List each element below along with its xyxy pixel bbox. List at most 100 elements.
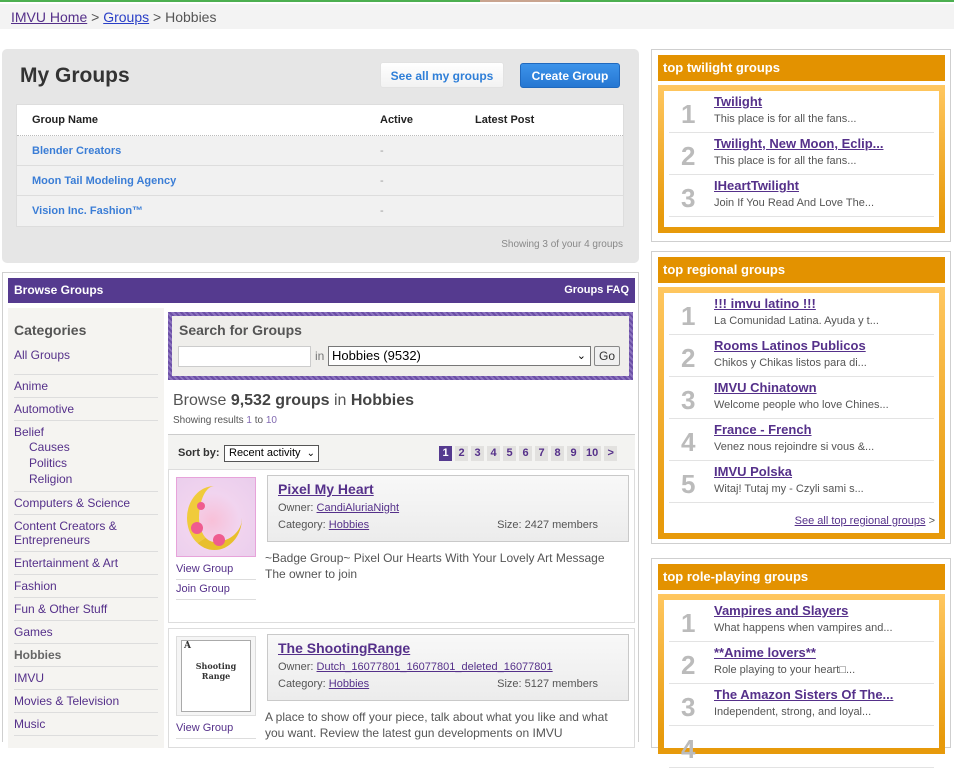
category-link-hobbies[interactable]: Hobbies [14,648,158,662]
table-row: Vision Inc. Fashion™ - [17,196,623,226]
ranked-group-item: 2 **Anime lovers** Role playing to your … [669,642,934,684]
group-name-link[interactable]: Moon Tail Modeling Agency [32,166,176,196]
rank-number: 5 [681,469,696,499]
results-heading: Browse 9,532 groups in Hobbies [173,392,414,410]
next-page-button[interactable]: > [604,446,618,461]
category-link-automotive[interactable]: Automotive [14,402,158,416]
results-in: in [333,392,347,409]
rank-number: 4 [681,427,696,457]
results-from: 1 [246,415,252,426]
see-all-my-groups-button[interactable]: See all my groups [380,62,504,88]
group-name-link[interactable]: Pixel My Heart [278,481,618,497]
category-link-anime[interactable]: Anime [14,379,158,393]
ranked-group-link[interactable]: The Amazon Sisters Of The... [714,687,893,702]
category-item: Hobbies [14,644,158,667]
page-9[interactable]: 9 [567,446,580,461]
group-thumbnail[interactable]: A Shooting Range [176,636,256,716]
top-regional-groups-title: top regional groups [658,257,945,283]
subcategory-link-causes[interactable]: Causes [14,439,158,455]
group-name-link[interactable]: Blender Creators [32,136,121,166]
category-link-entertainment-art[interactable]: Entertainment & Art [14,556,158,570]
create-group-button[interactable]: Create Group [520,63,620,88]
groups-faq-link[interactable]: Groups FAQ [564,278,629,303]
search-groups-title: Search for Groups [179,322,302,338]
category-link-music[interactable]: Music [14,717,158,731]
owner-link[interactable]: Dutch_16077801_16077801_deleted_16077801 [317,661,553,673]
categories-title: Categories [14,322,87,338]
rank-number: 1 [681,99,696,129]
owner-link[interactable]: CandiAluriaNight [317,502,400,514]
ranked-group-link[interactable]: IMVU Chinatown [714,380,817,395]
category-link-games[interactable]: Games [14,625,158,639]
search-go-button[interactable]: Go [594,346,620,366]
ranked-group-link[interactable]: Vampires and Slayers [714,603,848,618]
category-link-computers-science[interactable]: Computers & Science [14,496,158,510]
playing-card-image: A Shooting Range [181,640,251,712]
page-5[interactable]: 5 [503,446,516,461]
category-link-fun-other[interactable]: Fun & Other Stuff [14,602,158,616]
group-name-link[interactable]: Vision Inc. Fashion™ [32,196,143,226]
ranked-group-desc: What happens when vampires and... [714,622,893,634]
group-active-value: - [380,175,384,187]
group-thumbnail[interactable] [176,477,256,557]
page-2[interactable]: 2 [455,446,468,461]
category-item: IMVU [14,667,158,690]
page-7[interactable]: 7 [535,446,548,461]
rank-number: 3 [681,385,696,415]
card-ace-mark: A [184,641,191,651]
top-accent-line [0,0,954,2]
view-group-link[interactable]: View Group [176,560,256,580]
page-6[interactable]: 6 [519,446,532,461]
group-name-link[interactable]: The ShootingRange [278,640,618,656]
category-link-movies-television[interactable]: Movies & Television [14,694,158,708]
subcategory-link-religion[interactable]: Religion [14,471,158,487]
category-link-belief[interactable]: Belief [14,425,158,439]
ranked-group-item: 1 Twilight This place is for all the fan… [669,91,934,133]
ranked-group-link[interactable]: **Anime lovers** [714,645,816,660]
page-1[interactable]: 1 [439,446,452,461]
category-all-groups[interactable]: All Groups [14,348,158,375]
top-twilight-groups-title: top twilight groups [658,55,945,81]
view-group-link[interactable]: View Group [176,719,256,739]
ranked-group-item: 1 !!! imvu latino !!! La Comunidad Latin… [669,293,934,335]
ranked-group-link[interactable]: !!! imvu latino !!! [714,296,816,311]
category-link-content-creators[interactable]: Content Creators & Entrepreneurs [14,519,158,547]
categories-sidebar: Categories All Groups Anime Automotive B… [8,308,164,748]
subcategory-link-politics[interactable]: Politics [14,455,158,471]
ranked-group-item: 4 [669,726,934,768]
results-to-label: to [254,415,264,426]
breadcrumb-separator: > [91,9,100,25]
search-input[interactable] [178,346,311,367]
ranked-group-link[interactable]: Rooms Latinos Publicos [714,338,866,353]
search-category-select[interactable]: Hobbies (9532) ⌄ [328,346,591,366]
category-link-fashion[interactable]: Fashion [14,579,158,593]
breadcrumb-home-link[interactable]: IMVU Home [11,9,87,25]
rank-number: 2 [681,650,696,680]
ranked-group-link[interactable]: Twilight [714,94,762,109]
group-info: The ShootingRange Owner: Dutch_16077801_… [267,634,629,701]
sort-select[interactable]: Recent activity ⌄ [224,445,319,462]
page-8[interactable]: 8 [551,446,564,461]
join-group-link[interactable]: Join Group [176,580,256,600]
group-result-item: A Shooting Range View Group The Shooting… [168,628,635,748]
ranked-group-link[interactable]: IMVU Polska [714,464,792,479]
top-regional-groups-box: top regional groups 1 !!! imvu latino !!… [651,251,951,544]
see-all-regional-link[interactable]: See all top regional groups [795,515,926,527]
my-groups-count: Showing 3 of your 4 groups [501,239,623,250]
page-3[interactable]: 3 [471,446,484,461]
category-link[interactable]: Hobbies [329,678,369,690]
ranked-group-link[interactable]: IHeartTwilight [714,178,799,193]
group-size: Size: 2427 members [497,519,598,531]
page-4[interactable]: 4 [487,446,500,461]
breadcrumb-groups-link[interactable]: Groups [103,9,149,25]
ranked-group-item: 3 IHeartTwilight Join If You Read And Lo… [669,175,934,217]
ranked-group-desc: Witaj! Tutaj my - Czyli sami s... [714,483,864,495]
rank-number: 3 [681,692,696,722]
group-category: Category: Hobbies Size: 2427 members [278,519,618,531]
page-10[interactable]: 10 [583,446,602,461]
ranked-group-link[interactable]: France - French [714,422,812,437]
category-link-imvu[interactable]: IMVU [14,671,158,685]
category-link[interactable]: Hobbies [329,519,369,531]
ranked-group-desc: Join If You Read And Love The... [714,197,875,209]
ranked-group-link[interactable]: Twilight, New Moon, Eclip... [714,136,883,151]
